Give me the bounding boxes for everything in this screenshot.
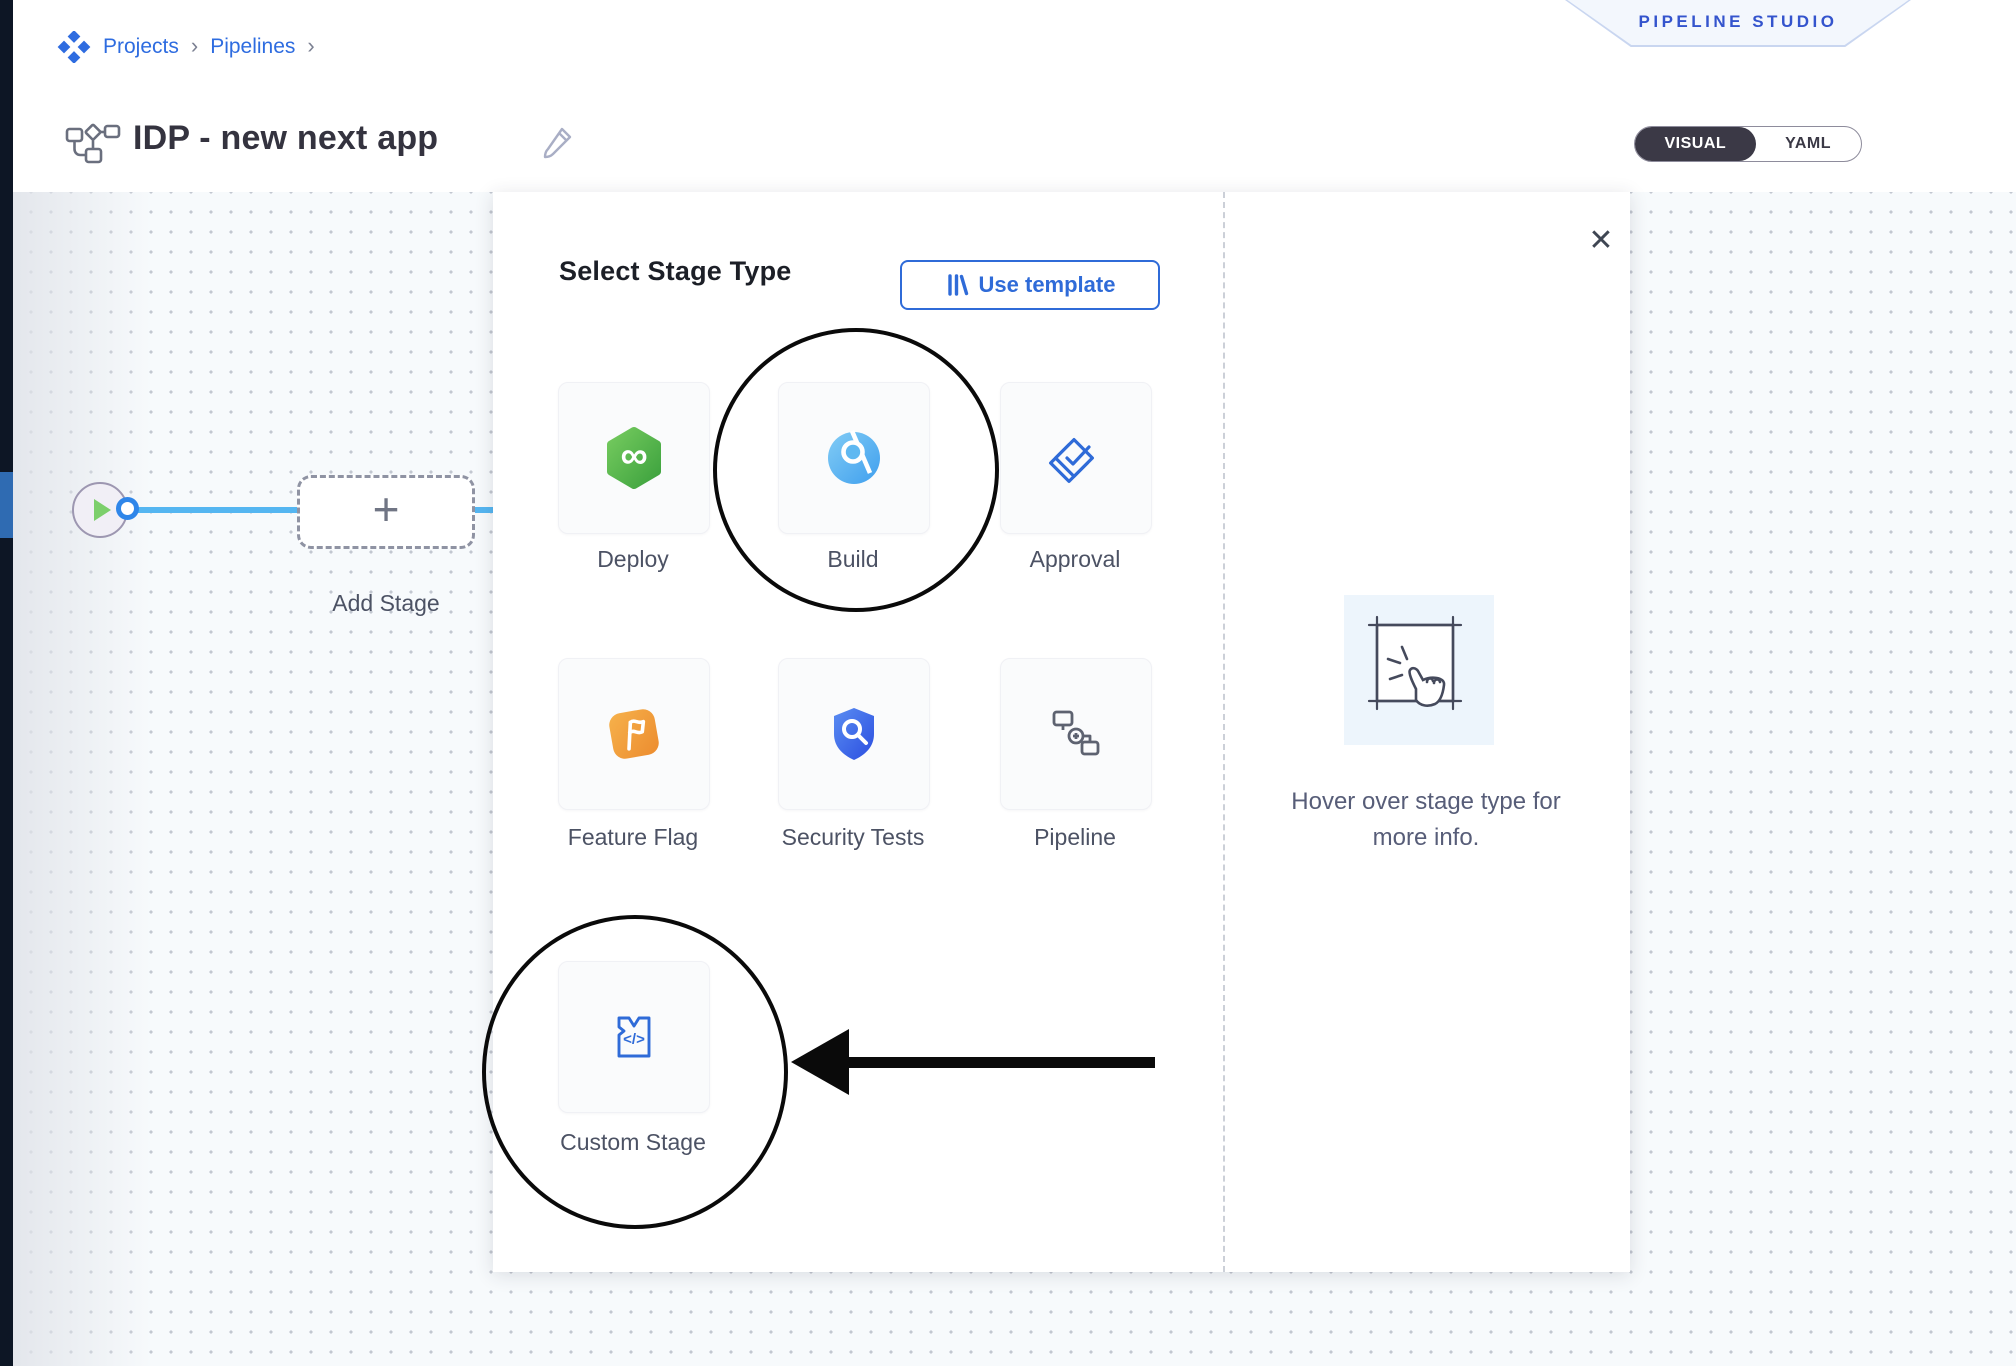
breadcrumb: Projects › Pipelines › bbox=[57, 0, 315, 93]
play-icon bbox=[94, 499, 111, 521]
stage-label-security-tests: Security Tests bbox=[778, 822, 928, 853]
feature-flag-icon bbox=[602, 702, 666, 766]
title-bar: IDP - new next app VISUAL YAML bbox=[13, 93, 2016, 193]
svg-text:∞: ∞ bbox=[620, 435, 647, 477]
stage-card-build[interactable] bbox=[778, 382, 930, 534]
pipeline-studio-app: Projects › Pipelines › PIPELINE STUDIO I… bbox=[0, 0, 2016, 1366]
pipeline-edge bbox=[129, 507, 297, 513]
stage-label-pipeline: Pipeline bbox=[1000, 822, 1150, 853]
use-template-label: Use template bbox=[979, 272, 1116, 298]
stage-card-pipeline[interactable] bbox=[1000, 658, 1152, 810]
add-stage-node[interactable]: + bbox=[297, 475, 475, 549]
toggle-yaml[interactable]: YAML bbox=[1755, 127, 1861, 161]
stage-label-deploy: Deploy bbox=[558, 544, 708, 575]
canvas-left-fade bbox=[13, 192, 153, 1366]
stage-label-approval: Approval bbox=[1000, 544, 1150, 575]
stage-card-custom[interactable]: </> bbox=[558, 961, 710, 1113]
select-stage-type-modal: Select Stage Type Use template ✕ ∞ bbox=[493, 192, 1630, 1272]
left-nav-rail-accent bbox=[0, 472, 13, 538]
add-stage-label: Add Stage bbox=[297, 590, 475, 617]
edit-pencil-icon[interactable] bbox=[541, 125, 575, 166]
breadcrumb-projects[interactable]: Projects bbox=[103, 35, 179, 59]
projects-logo-icon bbox=[57, 31, 91, 63]
top-bar: Projects › Pipelines › PIPELINE STUDIO bbox=[13, 0, 2016, 94]
security-tests-icon bbox=[822, 702, 886, 766]
edge-connector-dot bbox=[116, 497, 139, 520]
modal-divider bbox=[1223, 192, 1225, 1272]
approval-icon bbox=[1044, 426, 1108, 490]
pipeline-graph-icon bbox=[65, 121, 121, 170]
stage-label-feature-flag: Feature Flag bbox=[558, 822, 708, 853]
breadcrumb-separator: › bbox=[307, 33, 314, 59]
stage-card-approval[interactable] bbox=[1000, 382, 1152, 534]
plus-icon: + bbox=[373, 489, 400, 529]
page-title: IDP - new next app bbox=[133, 119, 438, 158]
svg-text:</>: </> bbox=[623, 1031, 645, 1048]
build-icon bbox=[822, 426, 886, 490]
stage-card-feature-flag[interactable] bbox=[558, 658, 710, 810]
close-icon[interactable]: ✕ bbox=[1579, 218, 1623, 262]
modal-title: Select Stage Type bbox=[559, 256, 792, 287]
hover-info-hint: Hover over stage type for more info. bbox=[1261, 784, 1591, 856]
stage-card-deploy[interactable]: ∞ bbox=[558, 382, 710, 534]
breadcrumb-pipelines[interactable]: Pipelines bbox=[210, 35, 295, 59]
left-nav-rail bbox=[0, 0, 13, 1366]
custom-stage-icon: </> bbox=[602, 1005, 666, 1069]
toggle-visual[interactable]: VISUAL bbox=[1634, 127, 1756, 161]
stage-card-security-tests[interactable] bbox=[778, 658, 930, 810]
use-template-button[interactable]: Use template bbox=[900, 260, 1160, 310]
template-library-icon bbox=[945, 273, 969, 297]
deploy-icon: ∞ bbox=[602, 426, 666, 490]
hover-info-illustration bbox=[1344, 595, 1494, 745]
stage-label-build: Build bbox=[778, 544, 928, 575]
pipeline-studio-badge: PIPELINE STUDIO bbox=[1565, 0, 1911, 47]
pipeline-studio-badge-label: PIPELINE STUDIO bbox=[1639, 12, 1838, 32]
breadcrumb-separator: › bbox=[191, 33, 198, 59]
pipeline-stage-icon bbox=[1044, 702, 1108, 766]
view-mode-toggle: VISUAL YAML bbox=[1634, 126, 1862, 162]
stage-label-custom: Custom Stage bbox=[558, 1127, 708, 1158]
